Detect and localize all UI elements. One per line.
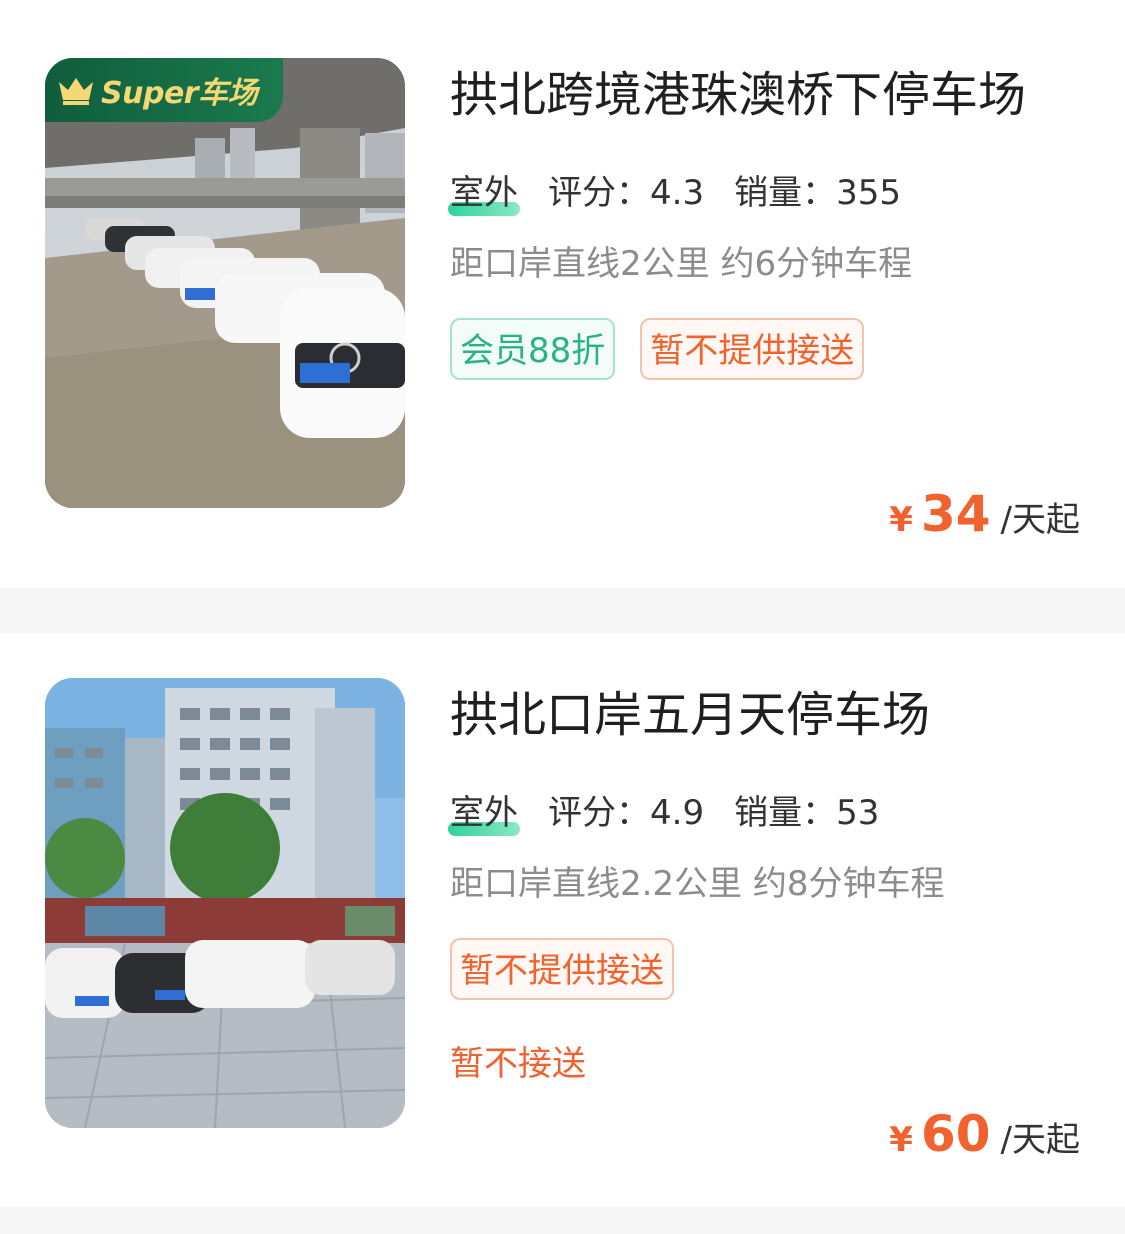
sales: 销量：53 — [734, 785, 879, 834]
price-amount: 34 — [920, 485, 991, 543]
location-type-tag: 室外 — [448, 165, 520, 216]
shuttle-note: 暂不接送 — [450, 1044, 586, 1084]
listing-meta: 室外 评分：4.3 销量：355 — [448, 165, 931, 216]
sales-label: 销量： — [734, 792, 837, 833]
sales-value: 53 — [836, 792, 880, 833]
parking-lot-photo: Super车场 — [45, 58, 405, 508]
price-unit: /天起 — [1000, 500, 1080, 540]
super-badge: Super车场 — [45, 58, 283, 122]
no-shuttle-tag: 暂不提供接送 — [640, 318, 865, 380]
super-badge-label: Super车场 — [101, 76, 258, 111]
rating-value: 4.3 — [650, 172, 705, 213]
location-type-tag: 室外 — [448, 785, 520, 836]
price: ¥ 60 /天起 — [889, 1105, 1080, 1163]
sales: 销量：355 — [734, 165, 901, 214]
feature-tags: 会员88折 暂不提供接送 — [450, 318, 865, 380]
member-discount-tag: 会员88折 — [450, 318, 616, 380]
currency-symbol: ¥ — [889, 500, 913, 540]
distance-text: 距口岸直线2公里 约6分钟车程 — [450, 244, 913, 284]
parking-lot-photo — [45, 678, 405, 1128]
rating: 评分：4.9 — [548, 785, 704, 834]
price: ¥ 34 /天起 — [889, 485, 1080, 543]
sales-value: 355 — [836, 172, 901, 213]
rating-value: 4.9 — [650, 792, 705, 833]
rating-label: 评分： — [548, 172, 650, 213]
currency-symbol: ¥ — [889, 1120, 913, 1160]
listing-meta: 室外 评分：4.9 销量：53 — [448, 785, 909, 836]
parking-lot-title[interactable]: 拱北口岸五月天停车场 — [450, 685, 930, 745]
price-amount: 60 — [920, 1105, 991, 1163]
parking-lot-card[interactable]: 拱北口岸五月天停车场 室外 评分：4.9 销量：53 距口岸直线2.2公里 约8… — [0, 633, 1125, 1207]
crown-icon — [59, 78, 93, 105]
no-shuttle-tag: 暂不提供接送 — [450, 938, 674, 1000]
price-unit: /天起 — [1000, 1120, 1080, 1160]
distance-text: 距口岸直线2.2公里 约8分钟车程 — [450, 864, 945, 904]
feature-tags: 暂不提供接送 — [450, 938, 674, 1000]
parking-lot-title[interactable]: 拱北跨境港珠澳桥下停车场 — [450, 65, 1026, 125]
sales-label: 销量： — [734, 172, 837, 213]
rating-label: 评分： — [548, 792, 650, 833]
rating: 评分：4.3 — [548, 165, 704, 214]
parking-lot-card[interactable]: Super车场 拱北跨境港珠澳桥下停车场 室外 评分：4.3 销量：355 距口… — [0, 0, 1125, 588]
